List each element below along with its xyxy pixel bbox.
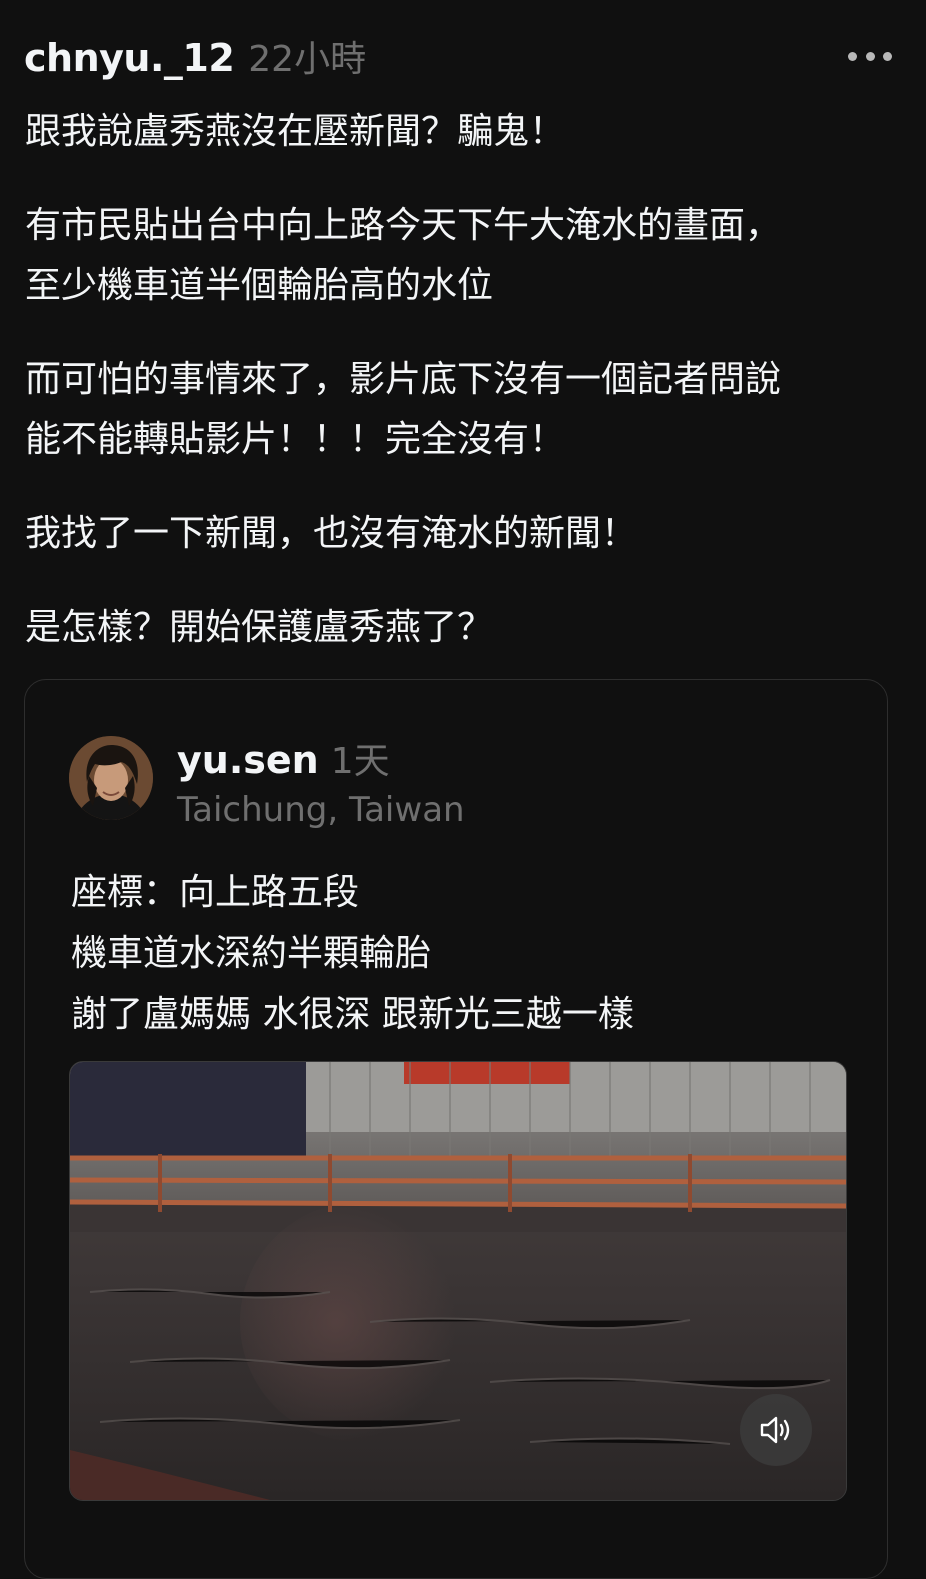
post-paragraph: 跟我說盧秀燕沒在壓新聞？騙鬼！ bbox=[25, 111, 566, 152]
avatar-image bbox=[69, 736, 153, 820]
sound-toggle-button[interactable] bbox=[740, 1394, 812, 1466]
post-header: chnyu._12 22小時 bbox=[24, 30, 366, 82]
video-player[interactable] bbox=[69, 1061, 847, 1501]
post-timestamp: 22小時 bbox=[248, 39, 367, 80]
quoted-text-line: 座標：向上路五段 bbox=[71, 872, 360, 913]
quoted-text-line: 謝了盧媽媽 水很深 跟新光三越一樣 bbox=[71, 994, 634, 1035]
avatar[interactable] bbox=[69, 736, 153, 820]
post-paragraph: 我找了一下新聞，也沒有淹水的新聞！ bbox=[25, 513, 638, 554]
more-horizontal-icon-dot bbox=[883, 51, 892, 61]
video-frame bbox=[70, 1062, 846, 1500]
quoted-location[interactable]: Taichung, Taiwan bbox=[177, 790, 465, 830]
more-horizontal-icon bbox=[848, 51, 857, 61]
post-username[interactable]: chnyu._12 bbox=[24, 36, 235, 80]
post-paragraph: 而可怕的事情來了，影片底下沒有一個記者問說 能不能轉貼影片！！！完全沒有！ bbox=[25, 359, 782, 460]
post-body: 跟我說盧秀燕沒在壓新聞？騙鬼！ 有市民貼出台中向上路今天下午大淹水的畫面， 至少… bbox=[25, 102, 895, 692]
quoted-timestamp: 1天 bbox=[330, 741, 390, 782]
post-paragraph: 有市民貼出台中向上路今天下午大淹水的畫面， 至少機車道半個輪胎高的水位 bbox=[25, 205, 782, 306]
quoted-text-line: 機車道水深約半顆輪胎 bbox=[71, 933, 432, 974]
quoted-post-header: yu.sen 1天 bbox=[177, 732, 390, 784]
post-paragraph: 是怎樣？開始保護盧秀燕了？ bbox=[25, 607, 494, 648]
speaker-icon bbox=[760, 1416, 790, 1444]
more-options-button[interactable] bbox=[848, 46, 892, 66]
quoted-username[interactable]: yu.sen bbox=[177, 738, 319, 782]
more-horizontal-icon-dot bbox=[865, 51, 875, 61]
quoted-post-card[interactable]: yu.sen 1天 Taichung, Taiwan 座標：向上路五段 機車道水… bbox=[24, 679, 888, 1579]
quoted-text: 座標：向上路五段 機車道水深約半顆輪胎 謝了盧媽媽 水很深 跟新光三越一樣 bbox=[71, 862, 634, 1045]
